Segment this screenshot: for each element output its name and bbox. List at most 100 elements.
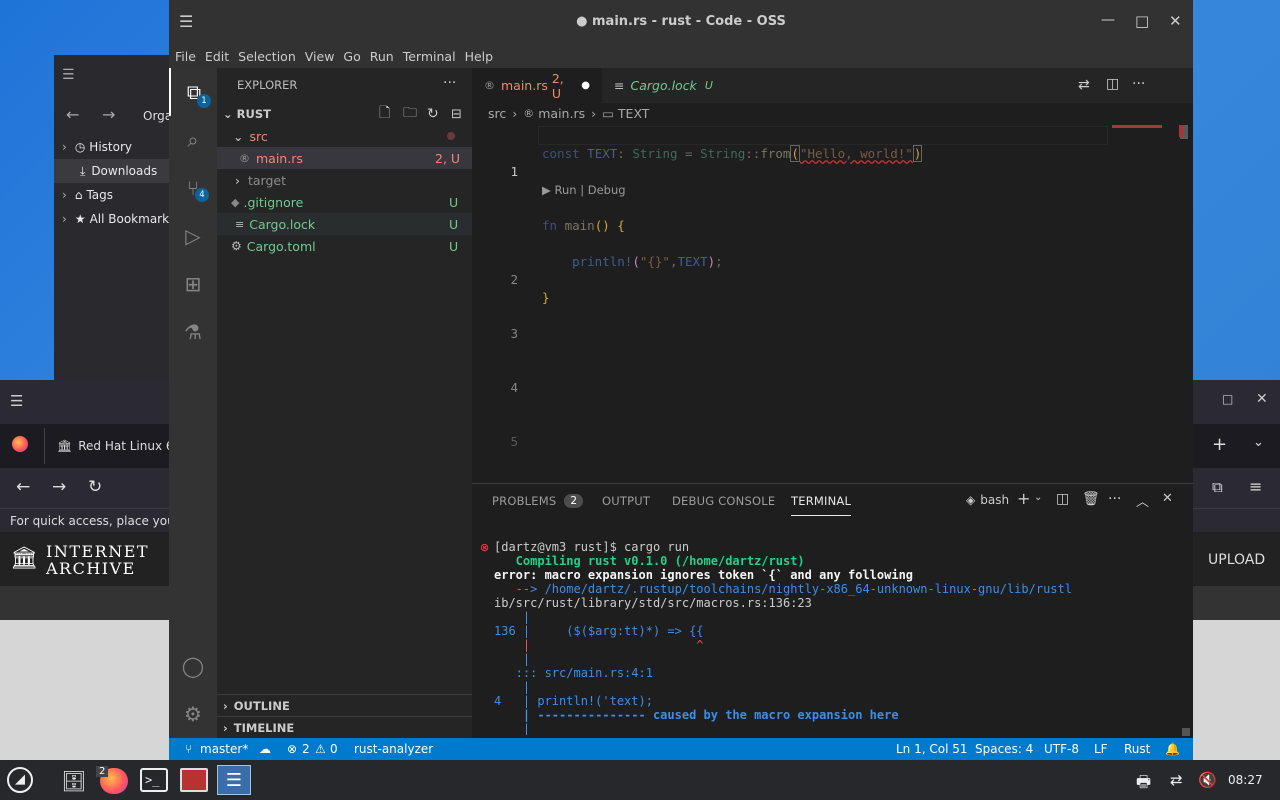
menu-edit[interactable]: Edit (205, 49, 229, 64)
timeline-section-header[interactable]: › TIMELINE (217, 716, 472, 738)
activity-search[interactable]: ⌕ (169, 116, 217, 164)
git-branch[interactable]: master* (200, 742, 248, 756)
new-terminal-icon[interactable]: + (1017, 489, 1030, 508)
project-section-header[interactable]: ⌄ RUST 🗋 🗀 ↻ ⊟ (217, 103, 472, 125)
new-tab-icon[interactable]: + (1212, 434, 1227, 455)
panel-tab-problems[interactable]: PROBLEMS 2 (492, 484, 584, 518)
code-editor[interactable]: const TEXT: String = String::from("Hello… (542, 127, 923, 343)
menu-run[interactable]: Run (370, 49, 394, 64)
tree-item-src[interactable]: ⌄ src (217, 125, 472, 147)
forward-arrow-icon[interactable]: → (102, 105, 115, 124)
terminal-shell-selector[interactable]: ◈ bash (966, 493, 1009, 507)
split-terminal-icon[interactable]: ◫ (1056, 491, 1069, 507)
organize-menu[interactable]: Orga (143, 109, 172, 123)
tab-main-rs[interactable]: ® main.rs 2, U ● (472, 68, 602, 103)
refresh-icon[interactable]: ↻ (427, 106, 439, 122)
tab-cargo-lock[interactable]: ≡ Cargo.lock U (602, 68, 727, 103)
activity-source-control[interactable]: ⑂ 4 (169, 164, 217, 212)
bell-icon[interactable]: 🔔 (1165, 742, 1180, 756)
back-arrow-icon[interactable]: ← (66, 105, 79, 124)
maximize-icon[interactable]: □ (1222, 392, 1233, 406)
terminal-app-icon[interactable]: >_ (140, 768, 168, 792)
internet-archive-logo[interactable]: INTERNET ARCHIVE (46, 543, 149, 577)
activity-manage[interactable]: ⚙ (169, 690, 217, 738)
minimap[interactable] (1112, 125, 1162, 128)
tree-item-gitignore[interactable]: ◆ .gitignore U (217, 191, 472, 213)
error-count[interactable]: 2 (302, 742, 310, 756)
panel-tab-terminal[interactable]: TERMINAL (791, 486, 852, 516)
tree-item-cargo-lock[interactable]: ≡ Cargo.lock U (217, 213, 472, 235)
menu-help[interactable]: Help (465, 49, 494, 64)
close-icon[interactable]: ✕ (1169, 12, 1182, 30)
download-icon: ⤓ (80, 163, 86, 178)
file-manager-icon[interactable]: 🗄 (60, 767, 88, 795)
breadcrumb-symbol[interactable]: TEXT (618, 106, 650, 121)
red-app-icon[interactable] (180, 768, 208, 792)
volume-muted-icon[interactable]: 🔇 (1198, 771, 1217, 789)
new-folder-icon[interactable]: 🗀 (403, 102, 417, 126)
menu-go[interactable]: Go (343, 49, 360, 64)
warning-count[interactable]: 0 (330, 742, 338, 756)
hamburger-menu-icon[interactable]: ☰ (62, 67, 75, 83)
indentation[interactable]: Spaces: 4 (975, 742, 1033, 756)
breadcrumb-src[interactable]: src (488, 106, 506, 121)
close-panel-icon[interactable]: ✕ (1162, 491, 1173, 506)
split-editor-icon[interactable]: ◫ (1106, 76, 1119, 92)
menu-view[interactable]: View (305, 49, 335, 64)
minimize-icon[interactable]: — (1101, 12, 1115, 28)
menu-selection[interactable]: Selection (238, 49, 296, 64)
outline-section-header[interactable]: › OUTLINE (217, 694, 472, 716)
maximize-panel-icon[interactable]: ︿ (1136, 491, 1149, 510)
breadcrumb-file[interactable]: main.rs (538, 106, 585, 121)
upload-link[interactable]: UPLOAD (1208, 552, 1265, 568)
vscode-taskbar-icon[interactable]: ☰ (217, 765, 251, 795)
collapse-all-icon[interactable]: ⊟ (451, 107, 462, 122)
app-launcher-icon[interactable]: ◢ (7, 767, 33, 793)
search-icon: ⌕ (187, 128, 199, 152)
reload-icon[interactable]: ↻ (88, 477, 102, 497)
panel-tab-debug-console[interactable]: DEBUG CONSOLE (672, 484, 775, 518)
new-file-icon[interactable]: 🗋 (379, 102, 390, 126)
open-changes-icon[interactable]: ⇄ (1078, 77, 1090, 93)
tree-item-cargo-toml[interactable]: ⚙ Cargo.toml U (217, 235, 472, 257)
hamburger-menu-icon[interactable]: ≡ (1249, 477, 1262, 496)
browser-tab[interactable]: 🏛 Red Hat Linux 6.1 (44, 428, 185, 464)
network-icon[interactable]: ⇄ (1170, 771, 1183, 789)
printer-icon[interactable]: 🖶 (1136, 771, 1151, 798)
panel-tab-output[interactable]: OUTPUT (602, 484, 650, 518)
end-of-line[interactable]: LF (1094, 742, 1108, 756)
more-actions-icon[interactable]: ··· (443, 75, 456, 91)
activity-run-debug[interactable]: ▷ (169, 212, 217, 260)
forward-arrow-icon[interactable]: → (52, 477, 66, 497)
codelens-run-debug[interactable]: ▶ Run | Debug (542, 181, 922, 199)
activity-testing[interactable]: ⚗ (169, 308, 217, 356)
cursor-position[interactable]: Ln 1, Col 51 (896, 742, 968, 756)
unsaved-dot-icon[interactable]: ● (581, 80, 590, 91)
more-actions-icon[interactable]: ··· (1108, 491, 1121, 507)
terminal-output[interactable]: ⊗ [dartz@vm3 rust]$ cargo run Compiling … (480, 540, 1180, 735)
encoding[interactable]: UTF-8 (1044, 742, 1079, 756)
menu-terminal[interactable]: Terminal (403, 49, 456, 64)
maximize-icon[interactable]: □ (1135, 12, 1149, 30)
menu-file[interactable]: File (175, 49, 196, 64)
more-actions-icon[interactable]: ··· (1132, 76, 1145, 92)
sync-icon[interactable]: ☁ (259, 742, 271, 756)
activity-accounts[interactable]: ◯ (169, 642, 217, 690)
back-arrow-icon[interactable]: ← (16, 477, 30, 497)
tab-list-chevron-icon[interactable]: ⌄ (1253, 435, 1264, 450)
language-mode[interactable]: Rust (1124, 742, 1150, 756)
rust-analyzer-status[interactable]: rust-analyzer (354, 742, 433, 756)
activity-explorer[interactable]: ⧉ 1 (169, 68, 217, 116)
hamburger-menu-icon[interactable]: ☰ (10, 392, 23, 410)
tree-item-main-rs[interactable]: ® main.rs 2, U (217, 147, 472, 169)
extensions-icon[interactable]: ⧉ (1212, 478, 1223, 496)
extensions-icon: ⊞ (184, 272, 202, 296)
activity-extensions[interactable]: ⊞ (169, 260, 217, 308)
clock[interactable]: 08:27 (1228, 773, 1263, 787)
trash-icon[interactable]: 🗑 (1082, 491, 1100, 507)
close-icon[interactable]: ✕ (1256, 391, 1268, 407)
tree-item-target[interactable]: › target (217, 169, 472, 191)
run-debug-icon: ▷ (185, 224, 201, 248)
chevron-down-icon[interactable]: ⌄ (1034, 492, 1042, 503)
taskbar: ◢ 🗄 2 >_ ☰ 🖶 ⇄ 🔇 08:27 (0, 760, 1280, 800)
